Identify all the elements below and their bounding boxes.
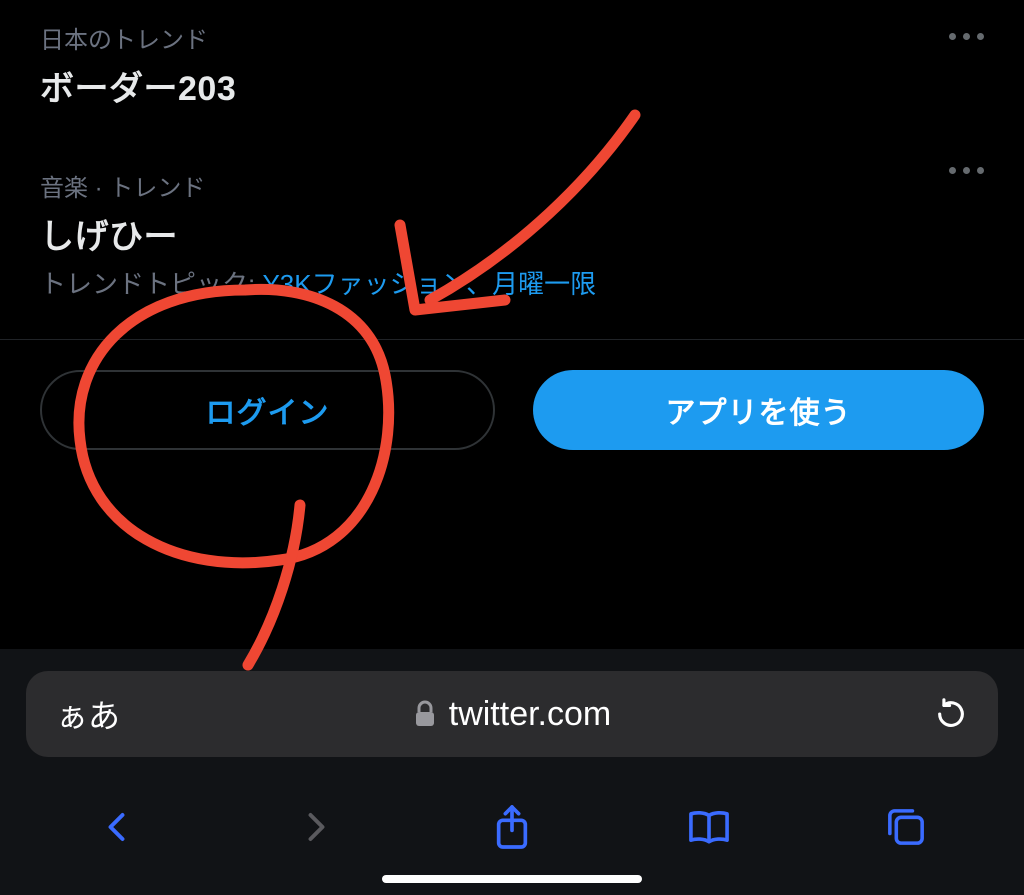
trend-item[interactable]: 音楽 · トレンド しげひー トレンドトピック: Y3Kファッション、月曜一限: [0, 134, 1024, 325]
chevron-left-icon: [100, 805, 136, 849]
tabs-icon: [885, 806, 927, 848]
book-icon: [686, 807, 732, 847]
trend-more-button[interactable]: [942, 26, 984, 45]
reload-button[interactable]: [934, 697, 968, 731]
lock-icon: [413, 700, 437, 728]
login-button[interactable]: ログイン: [40, 370, 495, 450]
chevron-right-icon: [297, 805, 333, 849]
login-button-label: ログイン: [206, 388, 330, 432]
share-icon: [492, 803, 532, 851]
url-bar[interactable]: ぁあ twitter.com: [26, 671, 998, 757]
url-text: twitter.com: [449, 695, 611, 734]
trend-title: ボーダー203: [40, 61, 984, 110]
text-size-button[interactable]: ぁあ: [56, 691, 120, 737]
reload-icon: [934, 697, 968, 731]
back-button[interactable]: [86, 795, 150, 859]
topic-separator: 、: [466, 269, 492, 299]
tabs-button[interactable]: [874, 795, 938, 859]
trend-more-button[interactable]: [942, 160, 984, 179]
trend-title: しげひー: [40, 209, 984, 258]
home-indicator: [382, 875, 642, 883]
trend-topic-link[interactable]: Y3Kファッション: [262, 269, 466, 299]
use-app-button-label: アプリを使う: [666, 388, 852, 432]
use-app-button[interactable]: アプリを使う: [533, 370, 984, 450]
share-button[interactable]: [480, 795, 544, 859]
browser-chrome: ぁあ twitter.com: [0, 649, 1024, 895]
trend-item[interactable]: 日本のトレンド ボーダー203: [0, 0, 1024, 134]
bookmarks-button[interactable]: [677, 795, 741, 859]
trend-category: 音楽 · トレンド: [40, 168, 984, 203]
aa-label: ぁあ: [56, 698, 120, 734]
button-bar: ログイン アプリを使う: [0, 340, 1024, 490]
trend-topics: トレンドトピック: Y3Kファッション、月曜一限: [40, 264, 984, 301]
safari-toolbar: [0, 767, 1024, 869]
trend-category: 日本のトレンド: [40, 20, 984, 55]
trend-topic-link[interactable]: 月曜一限: [492, 269, 596, 299]
forward-button[interactable]: [283, 795, 347, 859]
trend-topics-prefix: トレンドトピック:: [40, 269, 255, 299]
